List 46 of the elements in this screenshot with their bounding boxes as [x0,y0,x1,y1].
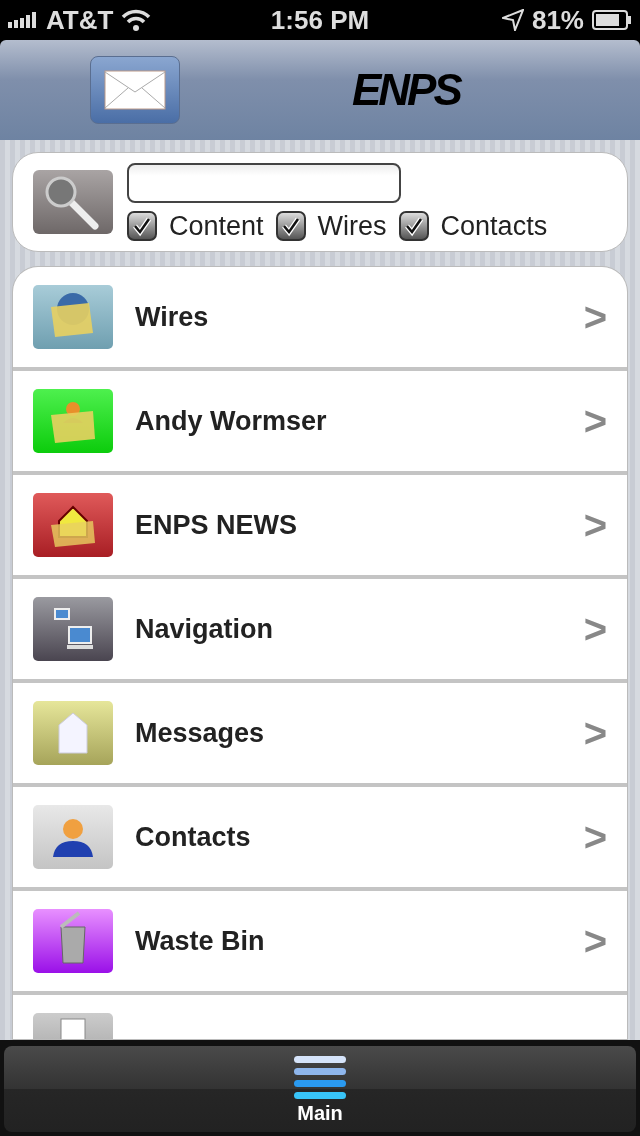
computers-icon [33,597,113,661]
trash-can-icon [33,909,113,973]
signal-icon [8,12,38,28]
menu-row[interactable]: ENPS NEWS > [13,475,627,575]
menu-item-label: Wires [135,301,210,333]
menu-item-label: Contacts [135,821,252,853]
battery-percentage: 81% [531,4,584,36]
search-button[interactable] [33,170,113,234]
tab[interactable]: Main [4,1046,636,1132]
menu-item-label: ENPS NEWS [135,509,299,541]
battery-icon [592,10,632,30]
menu-icon [292,1053,348,1100]
option-label: Content [169,210,264,242]
chevron: > [583,814,607,860]
house-folder-icon [33,493,113,557]
chevron: > [583,294,607,340]
clock-time: 1:56 PM [270,4,370,36]
carrier-name: AT&T [46,4,114,36]
chevron: > [583,918,607,964]
menu-row[interactable]: Waste Bin > [13,891,627,991]
menu-row[interactable]: Wires > [13,267,627,367]
menu-item-label: Andy Wormser [135,405,328,437]
wifi-icon [121,9,152,31]
checkbox[interactable] [398,211,429,241]
option-label: Contacts [440,210,548,242]
menu-item-label: Navigation [135,613,275,645]
chevron: > [583,606,607,652]
chevron: > [583,710,607,756]
menu-item-label: Waste Bin [135,925,266,957]
menu-item-label: Messages [135,717,266,749]
mail-button[interactable] [90,56,180,124]
menu-row[interactable]: Messages > [13,683,627,783]
person-folder-icon [33,389,113,453]
menu-row[interactable]: Navigation > [13,579,627,679]
option-label: Wires [317,210,387,242]
location-arrow-icon [501,9,524,31]
menu-row[interactable]: Contacts > [13,787,627,887]
chevron: > [583,398,607,444]
menu-row[interactable]: Andy Wormser > [13,371,627,471]
chevron: > [583,502,607,548]
app-logo: ENPS [352,65,460,115]
checkbox[interactable] [127,211,157,241]
globe-folder-icon [33,285,113,349]
checkbox[interactable] [275,211,306,241]
person-icon [33,805,113,869]
search-field[interactable] [127,162,401,203]
